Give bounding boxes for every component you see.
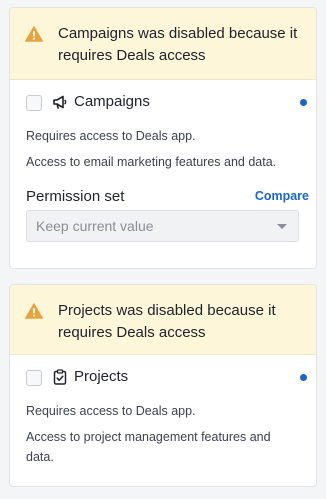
- megaphone-icon: [53, 95, 67, 109]
- permission-set-value: Keep current value: [36, 218, 154, 234]
- projects-access-text: Access to project management features an…: [26, 430, 271, 464]
- projects-label: Projects: [74, 368, 129, 385]
- compare-link[interactable]: Compare: [255, 189, 309, 203]
- projects-row[interactable]: Projects: [10, 355, 316, 399]
- projects-checkbox[interactable]: [26, 370, 42, 386]
- campaigns-warning-text: Campaigns was disabled because it requir…: [58, 25, 298, 64]
- permission-set-label: Permission set: [26, 188, 125, 205]
- permission-set-select[interactable]: Keep current value: [26, 210, 299, 242]
- campaigns-access-text: Access to email marketing features and d…: [26, 155, 277, 169]
- projects-status-dot: [300, 374, 307, 381]
- campaigns-card: Campaigns was disabled because it requir…: [9, 7, 317, 269]
- clipboard-check-icon: [53, 369, 67, 385]
- projects-requires-text: Requires access to Deals app.: [26, 404, 196, 418]
- campaigns-row[interactable]: Campaigns: [10, 80, 316, 124]
- projects-warning-banner: Projects was disabled because it require…: [10, 285, 316, 355]
- campaigns-requires-text: Requires access to Deals app.: [26, 129, 196, 143]
- permission-set-row: Permission set Compare: [26, 186, 309, 208]
- warning-triangle-icon: [25, 303, 43, 319]
- projects-warning-text: Projects was disabled because it require…: [58, 302, 276, 341]
- projects-card: Projects was disabled because it require…: [9, 284, 317, 487]
- campaigns-label: Campaigns: [74, 93, 150, 110]
- campaigns-warning-banner: Campaigns was disabled because it requir…: [10, 8, 316, 80]
- campaigns-checkbox[interactable]: [26, 95, 42, 111]
- warning-triangle-icon: [25, 26, 43, 42]
- campaigns-status-dot: [300, 99, 307, 106]
- chevron-down-icon: [277, 224, 287, 229]
